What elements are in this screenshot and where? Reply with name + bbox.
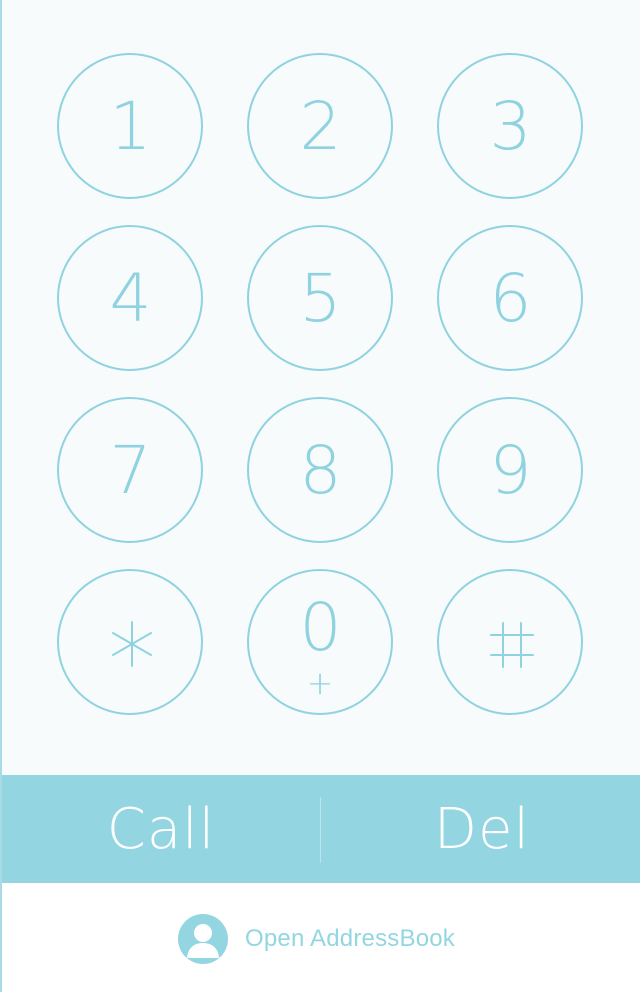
key-3-digit: 3	[489, 87, 532, 165]
key-3[interactable]: 3	[437, 53, 583, 199]
key-1-digit: 1	[109, 87, 152, 165]
key-hash[interactable]	[437, 569, 583, 715]
dialer-screen: 1 2 3 4 5 6 7 8 9 0 + Call Del Open Addr…	[0, 0, 640, 992]
action-bar: Call Del	[2, 775, 640, 883]
action-divider	[320, 797, 321, 863]
person-avatar-icon	[178, 914, 228, 964]
key-0-plus-label: +	[306, 664, 334, 702]
key-6-digit: 6	[489, 259, 532, 337]
call-button[interactable]: Call	[2, 775, 320, 883]
key-7[interactable]: 7	[57, 397, 203, 543]
open-addressbook-button[interactable]: Open AddressBook	[178, 913, 455, 965]
key-8[interactable]: 8	[247, 397, 393, 543]
key-star[interactable]	[57, 569, 203, 715]
key-4[interactable]: 4	[57, 225, 203, 371]
delete-button[interactable]: Del	[322, 775, 640, 883]
addressbook-label: Open AddressBook	[245, 925, 456, 952]
key-7-digit: 7	[109, 431, 152, 509]
key-2[interactable]: 2	[247, 53, 393, 199]
key-2-digit: 2	[299, 87, 342, 165]
key-5-digit: 5	[299, 259, 342, 337]
key-8-digit: 8	[299, 431, 342, 509]
key-4-digit: 4	[109, 259, 152, 337]
keypad: 1 2 3 4 5 6 7 8 9 0 +	[2, 0, 640, 775]
key-9[interactable]: 9	[437, 397, 583, 543]
key-6[interactable]: 6	[437, 225, 583, 371]
key-0[interactable]: 0 +	[247, 569, 393, 715]
key-5[interactable]: 5	[247, 225, 393, 371]
key-1[interactable]: 1	[57, 53, 203, 199]
key-9-digit: 9	[489, 431, 532, 509]
